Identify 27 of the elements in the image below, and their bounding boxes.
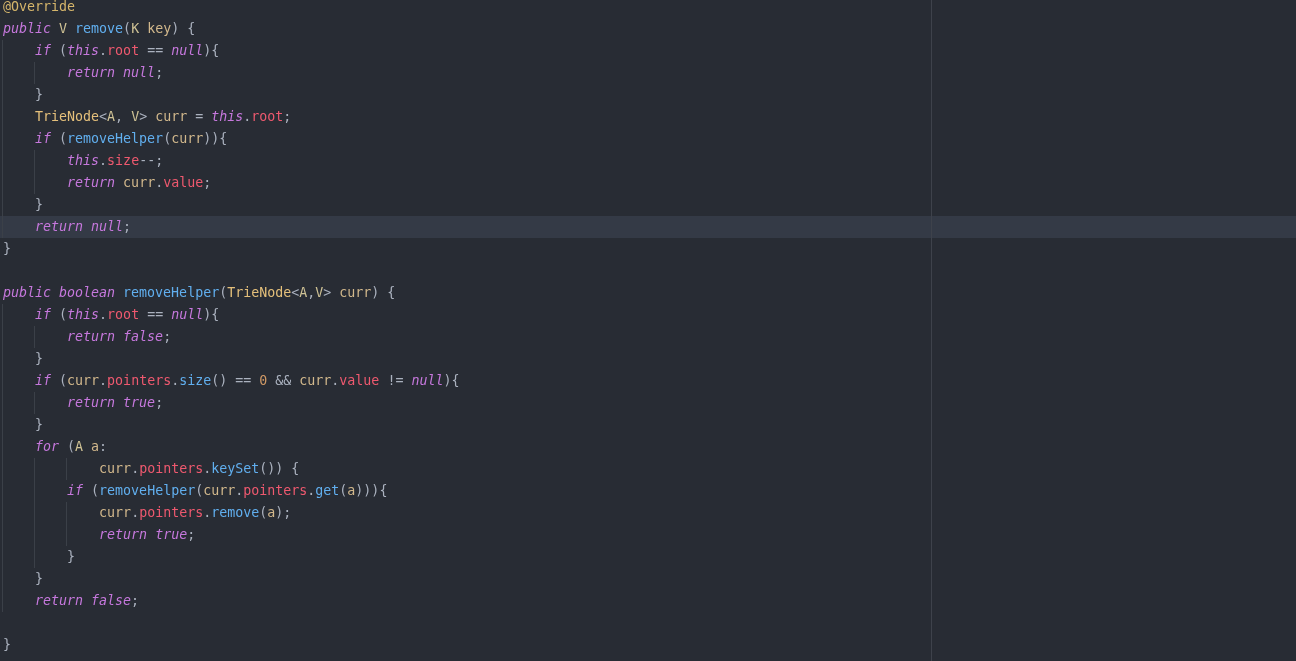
code-line: } (3, 348, 44, 370)
code-line: } (3, 568, 44, 590)
code-line: return null; (3, 62, 164, 84)
code-line: return false; (3, 326, 172, 348)
code-line: if (curr.pointers.size() == 0 && curr.value != null){ (3, 370, 460, 392)
code-line: curr.pointers.remove(a); (3, 502, 292, 524)
code-line: return curr.value; (3, 172, 212, 194)
code-line: return true; (3, 524, 196, 546)
code-line: if (this.root == null){ (3, 40, 220, 62)
code-line: } (3, 414, 44, 436)
code-line: return null; (3, 216, 132, 238)
code-line: if (this.root == null){ (3, 304, 220, 326)
code-line: curr.pointers.keySet()) { (3, 458, 300, 480)
code-line: this.size--; (3, 150, 164, 172)
code-line: } (3, 636, 11, 654)
code-line: } (3, 84, 44, 106)
code-line: for (A a: (3, 436, 108, 458)
code-line: @Override (3, 0, 76, 16)
code-line: public V remove(K key) { (3, 20, 196, 38)
code-line: if (removeHelper(curr)){ (3, 128, 228, 150)
code-line: } (3, 240, 11, 258)
code-line: if (removeHelper(curr.pointers.get(a))){ (3, 480, 388, 502)
code-line: return false; (3, 590, 140, 612)
code-line: public boolean removeHelper(TrieNode<A,V> curr) { (3, 284, 396, 302)
code-line: TrieNode<A, V> curr = this.root; (3, 106, 292, 128)
code-line: } (3, 546, 76, 568)
code-line: return true; (3, 392, 164, 414)
